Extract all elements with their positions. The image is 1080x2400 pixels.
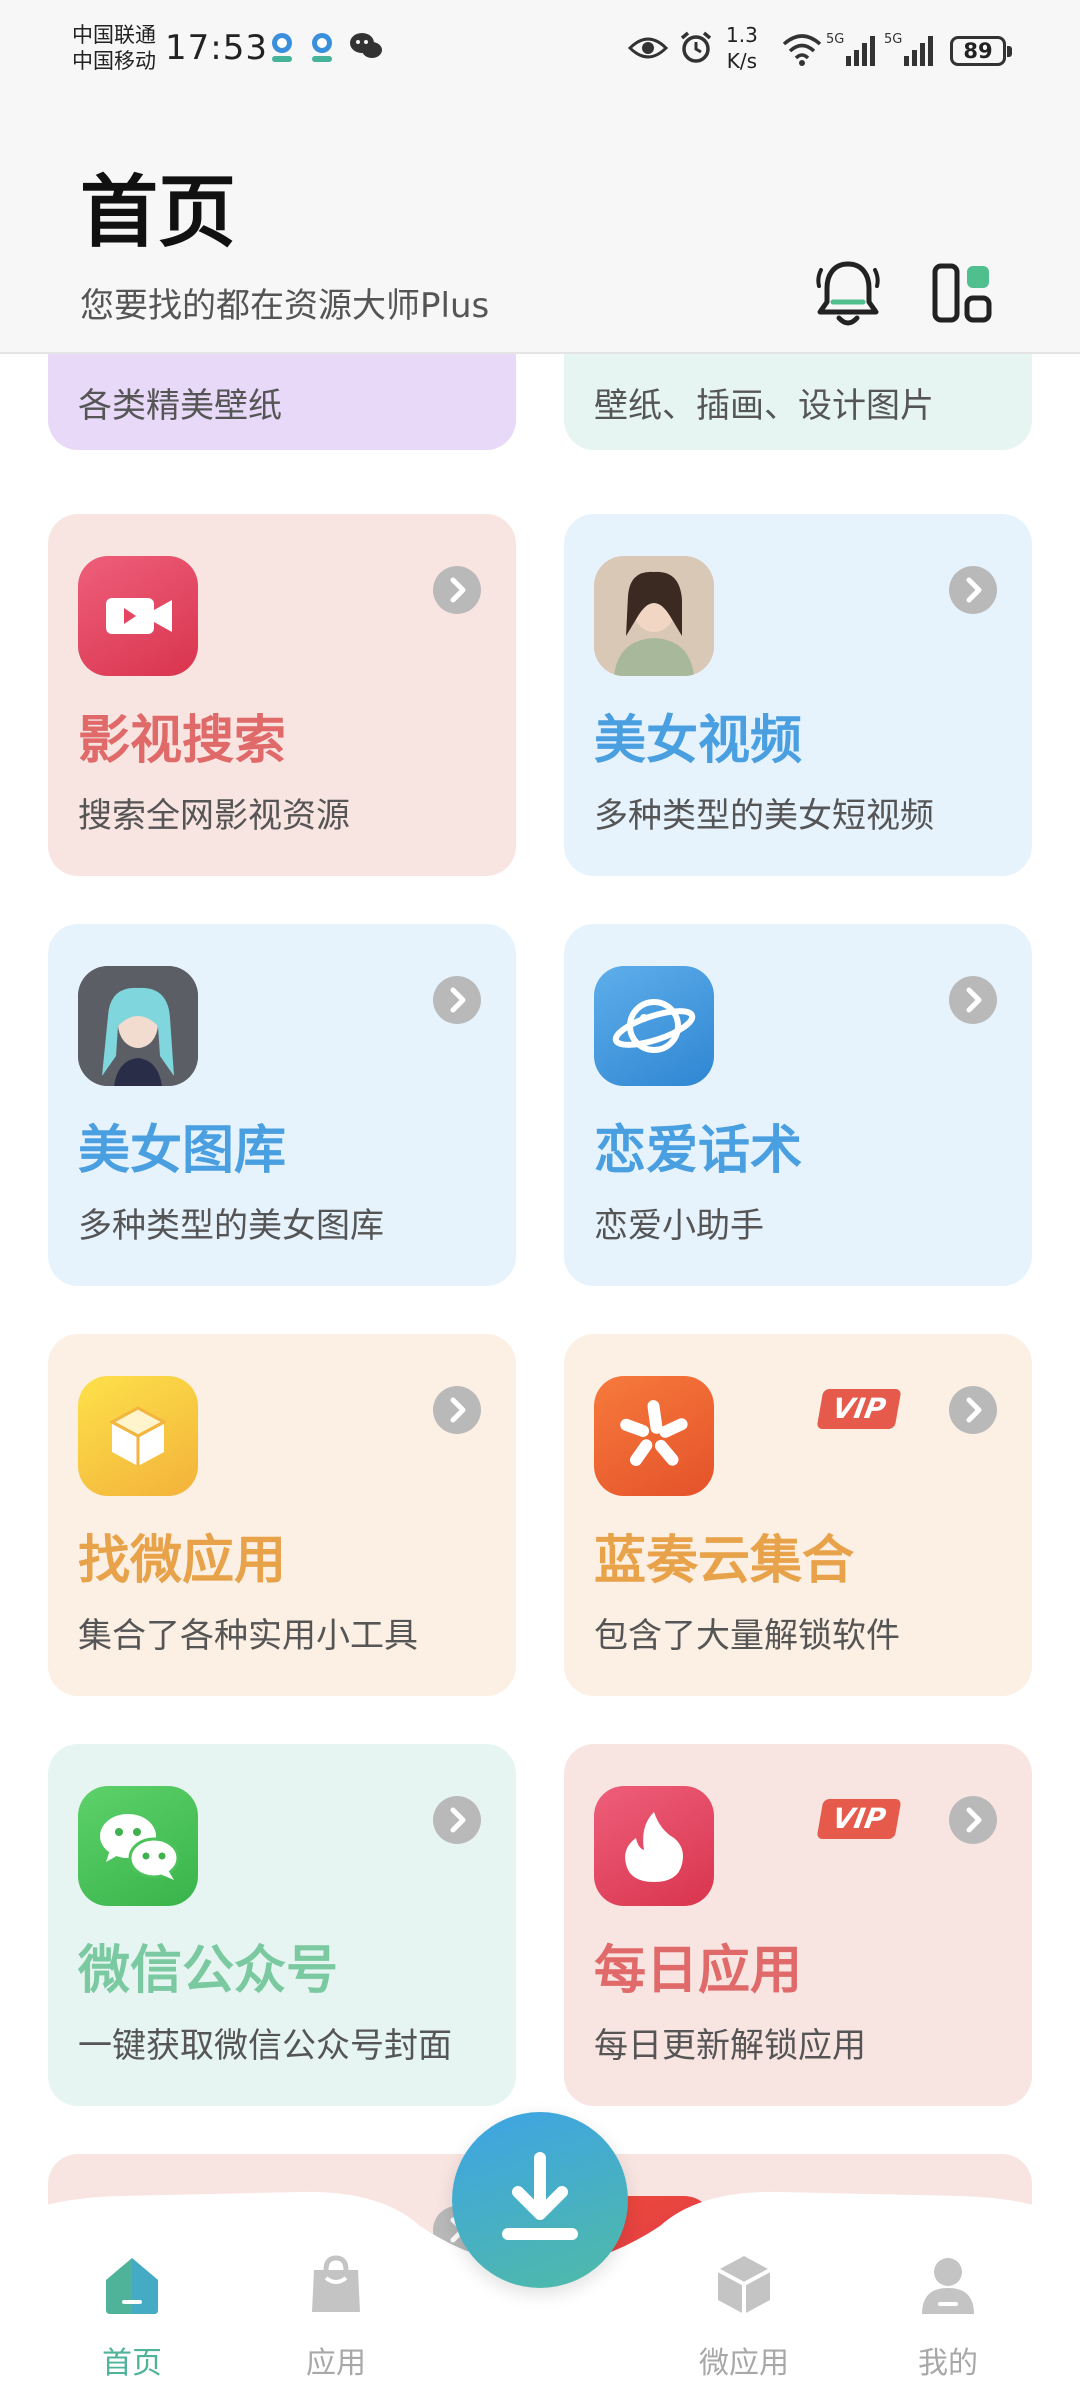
- nav-label: 微应用: [699, 2346, 789, 2381]
- svg-text:5G: 5G: [826, 32, 844, 47]
- nav-label: 我的: [918, 2346, 978, 2381]
- eye-icon: [628, 37, 668, 59]
- battery-indicator: 89: [950, 36, 1012, 66]
- photo-thumbnail-icon: [78, 966, 198, 1086]
- home-icon: [106, 2258, 158, 2314]
- card-lanzou-collection[interactable]: VIP 蓝奏云集合 包含了大量解锁软件: [564, 1334, 1032, 1696]
- card-description: 各类精美壁纸: [78, 386, 282, 426]
- download-icon: [502, 2152, 578, 2240]
- app-notification-icon: [272, 33, 292, 62]
- nav-apps[interactable]: 应用: [266, 2252, 406, 2392]
- wechat-icon: [78, 1786, 198, 1906]
- page-subtitle: 您要找的都在资源大师Plus: [80, 286, 490, 326]
- shopping-bag-icon: [312, 2255, 360, 2312]
- svg-text:5G: 5G: [884, 32, 902, 47]
- page-title: 首页: [80, 168, 237, 258]
- tinder-flame-icon: [594, 1786, 714, 1906]
- card-video-search[interactable]: 影视搜索 搜索全网影视资源: [48, 514, 516, 876]
- nav-label: 应用: [306, 2346, 366, 2381]
- chevron-right-icon[interactable]: [433, 566, 481, 614]
- chevron-right-icon[interactable]: [433, 1796, 481, 1844]
- nav-label: 首页: [102, 2346, 162, 2381]
- status-bar: 中国联通 中国移动 17:53 1.3 K/s 5G 5G 89: [0, 0, 1080, 90]
- card-title: 影视搜索: [78, 711, 287, 771]
- chevron-right-icon[interactable]: [433, 1386, 481, 1434]
- cube-icon: [717, 2256, 771, 2314]
- card-description: 包含了大量解锁软件: [594, 1616, 900, 1656]
- speed-unit: K/s: [726, 49, 758, 73]
- feature-grid: 各类精美壁纸 壁纸、插画、设计图片 影视搜索 搜索全网影视资源 美女视频 多种类…: [0, 354, 1080, 2400]
- signal-5g-icon: 5G: [826, 32, 875, 66]
- card-description: 集合了各种实用小工具: [78, 1616, 418, 1656]
- download-button[interactable]: [452, 2112, 628, 2288]
- card-beauty-video[interactable]: 美女视频 多种类型的美女短视频: [564, 514, 1032, 876]
- card-description: 每日更新解锁应用: [594, 2026, 866, 2066]
- card-daily-apps[interactable]: VIP 每日应用 每日更新解锁应用: [564, 1744, 1032, 2106]
- page-header: 首页 您要找的都在资源大师Plus: [0, 90, 1080, 354]
- card-title: 美女图库: [78, 1121, 287, 1181]
- chevron-right-icon[interactable]: [949, 1386, 997, 1434]
- bell-icon[interactable]: [815, 258, 881, 328]
- card-beauty-gallery[interactable]: 美女图库 多种类型的美女图库: [48, 924, 516, 1286]
- chevron-right-icon[interactable]: [433, 976, 481, 1024]
- vip-badge: VIP: [816, 1389, 902, 1429]
- yelp-star-icon: [594, 1376, 714, 1496]
- card-title: 美女视频: [594, 711, 803, 771]
- carrier-1: 中国联通: [72, 23, 156, 47]
- cube-icon: [78, 1376, 198, 1496]
- video-camera-icon: [78, 556, 198, 676]
- nav-home[interactable]: 首页: [62, 2252, 202, 2392]
- speed-value: 1.3: [726, 23, 758, 47]
- card-title: 找微应用: [78, 1531, 287, 1591]
- layout-toggle-icon[interactable]: [932, 263, 992, 323]
- chevron-right-icon[interactable]: [949, 976, 997, 1024]
- card-wechat-official[interactable]: 微信公众号 一键获取微信公众号封面: [48, 1744, 516, 2106]
- photo-thumbnail-icon: [594, 556, 714, 676]
- wifi-icon: [782, 34, 822, 66]
- alarm-icon: [680, 31, 712, 63]
- card-description: 壁纸、插画、设计图片: [594, 386, 934, 426]
- card-description: 多种类型的美女短视频: [594, 796, 934, 836]
- card-description: 搜索全网影视资源: [78, 796, 350, 836]
- card-title: 每日应用: [594, 1941, 803, 2001]
- card-description: 多种类型的美女图库: [78, 1206, 384, 1246]
- wechat-notification-icon: [350, 33, 382, 58]
- card-title: 恋爱话术: [594, 1121, 803, 1181]
- carrier-labels: 中国联通 中国移动: [72, 22, 156, 74]
- carrier-2: 中国移动: [72, 49, 156, 73]
- wallpaper-card[interactable]: 各类精美壁纸: [48, 354, 516, 450]
- vip-badge: VIP: [816, 1799, 902, 1839]
- app-notification-icon: [312, 33, 332, 62]
- chevron-right-icon[interactable]: [949, 1796, 997, 1844]
- card-micro-apps[interactable]: 找微应用 集合了各种实用小工具: [48, 1334, 516, 1696]
- signal-5g-icon: 5G: [884, 32, 933, 66]
- card-description: 恋爱小助手: [594, 1206, 764, 1246]
- card-title: 微信公众号: [78, 1941, 339, 2001]
- card-title: 蓝奏云集合: [594, 1531, 855, 1591]
- chevron-right-icon[interactable]: [949, 566, 997, 614]
- card-description: 一键获取微信公众号封面: [78, 2026, 452, 2066]
- planet-icon: [594, 966, 714, 1086]
- status-time: 17:53: [165, 28, 268, 68]
- user-icon: [922, 2258, 974, 2314]
- network-speed: 1.3 K/s: [726, 22, 758, 74]
- illustration-card[interactable]: 壁纸、插画、设计图片: [564, 354, 1032, 450]
- card-love-talk[interactable]: 恋爱话术 恋爱小助手: [564, 924, 1032, 1286]
- nav-mine[interactable]: 我的: [878, 2252, 1018, 2392]
- nav-micro-apps[interactable]: 微应用: [674, 2252, 814, 2392]
